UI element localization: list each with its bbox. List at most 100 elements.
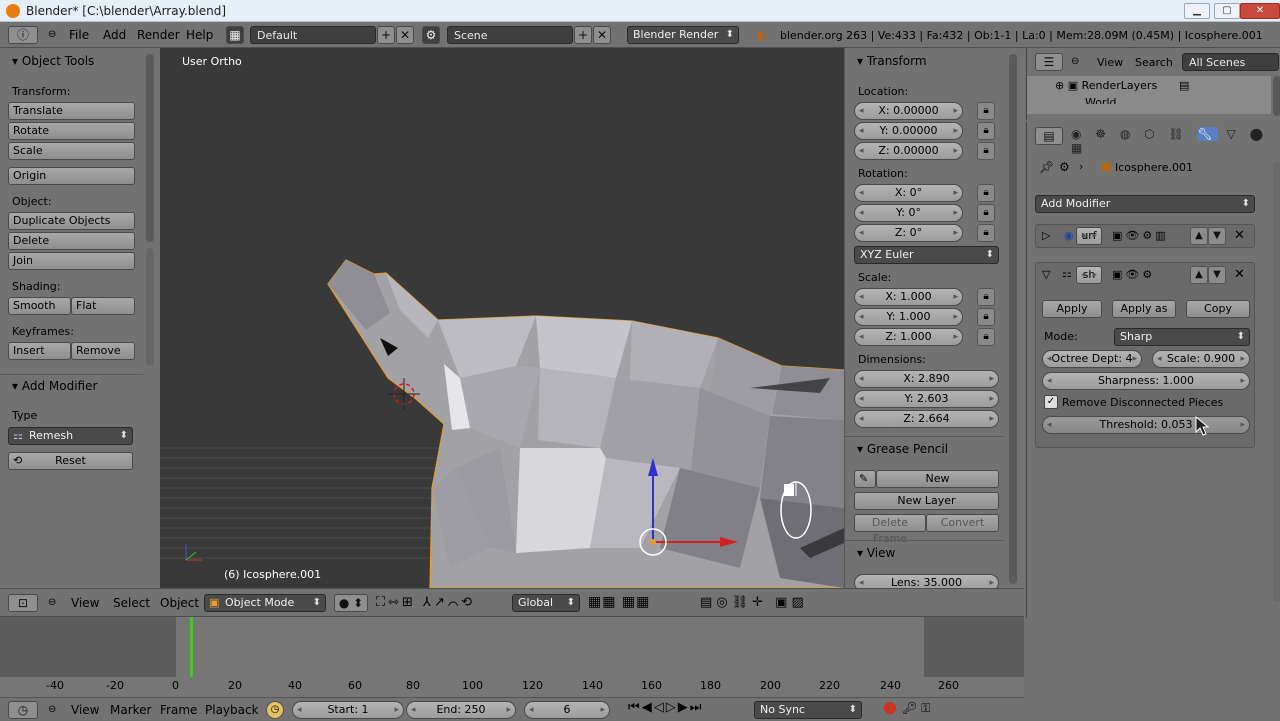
outliner-scene-filter[interactable]: All Scenes — [1182, 53, 1279, 71]
tool-shelf-scrollbar-lower[interactable] — [146, 248, 154, 366]
outliner-editor-icon[interactable]: ☰ — [1035, 53, 1063, 71]
lock-icon[interactable]: 🔒︎ — [977, 184, 995, 202]
new-grease-button[interactable]: New — [876, 470, 999, 488]
sync-dropdown[interactable]: No Sync — [754, 701, 862, 719]
collapse-arrow-icon[interactable]: ▽ — [1042, 268, 1050, 281]
outliner-search-menu[interactable]: Search — [1135, 56, 1173, 69]
convert-button[interactable]: Convert — [926, 514, 999, 532]
pin-icon[interactable]: 📌︎ — [1039, 160, 1054, 174]
copy-button[interactable]: Copy — [1186, 300, 1250, 318]
outliner-view-menu[interactable]: View — [1097, 56, 1123, 69]
rotation-z-field[interactable]: Z: 0° — [854, 224, 963, 242]
mode-dropdown[interactable]: Sharp — [1114, 328, 1250, 346]
remove-screen-icon[interactable]: ✕ — [396, 26, 414, 44]
modifier-wrench-icon[interactable]: 🔧︎ — [1197, 127, 1218, 141]
move-down-icon[interactable]: ▼ — [1208, 227, 1226, 245]
lock-icon[interactable]: 🔒︎ — [977, 308, 995, 326]
apply-as-shape-button[interactable]: Apply as Sha — [1112, 300, 1176, 318]
menu-help[interactable]: Help — [186, 28, 213, 42]
lock-icon[interactable]: 🔒︎ — [977, 224, 995, 242]
origin-button[interactable]: Origin — [8, 167, 135, 185]
flat-button[interactable]: Flat — [71, 297, 135, 315]
current-frame-field[interactable]: 6 — [524, 701, 610, 719]
insert-keyframe-button[interactable]: Insert — [8, 342, 71, 360]
playback-controls-icons[interactable]: ⏮◀◁▷▶⏭ — [628, 700, 703, 715]
context-tabs[interactable]: ◉ ☸ ◍ ⬡ ⛓ 🔧︎ ▽ ⬤ ▦ — [1071, 127, 1280, 155]
add-scene-icon[interactable]: + — [574, 26, 592, 44]
location-y-field[interactable]: Y: 0.00000 — [854, 122, 963, 140]
timeline-view-menu[interactable]: View — [71, 703, 99, 717]
remove-scene-icon[interactable]: ✕ — [593, 26, 611, 44]
editor-type-icon[interactable]: ⓘ — [8, 26, 38, 44]
collapse-menu-icon[interactable]: ⊖ — [48, 704, 56, 715]
lock-icon[interactable]: 🔒︎ — [977, 122, 995, 140]
transform-panel-header[interactable]: ▾ Transform — [857, 54, 927, 68]
lock-icon[interactable]: 🔒︎ — [977, 102, 995, 120]
remove-disconnected-checkbox[interactable]: ✓ — [1044, 395, 1058, 409]
move-up-icon[interactable]: ▲ — [1190, 266, 1208, 284]
delete-button[interactable]: Delete — [8, 232, 135, 250]
outliner-scrollbar[interactable] — [1273, 76, 1280, 116]
lock-icon[interactable]: 🔒︎ — [977, 142, 995, 160]
reset-button[interactable]: Reset — [8, 452, 133, 470]
location-z-field[interactable]: Z: 0.00000 — [854, 142, 963, 160]
n-panel-scrollbar[interactable] — [1009, 54, 1017, 584]
object-tools-header[interactable]: ▾ Object Tools — [12, 54, 94, 68]
scale-z-field[interactable]: Z: 1.000 — [854, 328, 963, 346]
properties-editor-icon[interactable]: ▤ — [1035, 127, 1063, 145]
record-icon[interactable] — [884, 702, 896, 714]
move-up-icon[interactable]: ▲ — [1190, 227, 1208, 245]
dimension-y-field[interactable]: Y: 2.603 — [854, 390, 999, 408]
collapse-menu-icon[interactable]: ⊖ — [48, 29, 56, 40]
location-x-field[interactable]: X: 0.00000 — [854, 102, 963, 120]
menu-add[interactable]: Add — [103, 28, 126, 42]
lock-icon[interactable]: 🔒︎ — [977, 328, 995, 346]
collapse-menu-icon[interactable]: ⊖ — [1071, 56, 1079, 67]
3d-view-editor-icon[interactable]: ⊡ — [8, 594, 38, 612]
menu-view[interactable]: View — [71, 596, 99, 610]
tool-shelf-scrollbar[interactable] — [146, 54, 154, 242]
remove-modifier-icon[interactable]: ✕ — [1234, 267, 1245, 282]
dimension-x-field[interactable]: X: 2.890 — [854, 370, 999, 388]
close-button[interactable]: ✕ — [1240, 3, 1280, 19]
keying-icons[interactable]: 🔑︎⚿ — [902, 701, 934, 716]
scene-field[interactable]: Scene — [447, 26, 573, 44]
new-layer-button[interactable]: New Layer — [854, 492, 999, 510]
apply-button[interactable]: Apply — [1042, 300, 1102, 318]
start-frame-field[interactable]: Start: 1 — [292, 701, 404, 719]
screen-layout-icon[interactable]: ▦ — [226, 26, 244, 44]
pivot-manipulator-icons[interactable]: ⛶⇿⊞ ⅄↗⌒⟲ — [376, 595, 475, 610]
viewport-shading-icon[interactable]: ● ⬍ — [334, 594, 368, 612]
snap-render-icons[interactable]: ▤◎⛓✛ ▣▨ — [700, 595, 808, 610]
timeline-marker-menu[interactable]: Marker — [110, 703, 151, 717]
scale-y-field[interactable]: Y: 1.000 — [854, 308, 963, 326]
smooth-button[interactable]: Smooth — [8, 297, 71, 315]
3d-viewport[interactable]: User Ortho (6) Icosphere.001 — [160, 48, 844, 588]
lock-icon[interactable]: 🔒︎ — [977, 288, 995, 306]
scene-icon[interactable]: ⚙ — [422, 26, 440, 44]
timeline-editor-icon[interactable]: ◷ — [8, 701, 38, 719]
render-engine-dropdown[interactable]: Blender Render — [627, 26, 739, 44]
modifier-type-dropdown[interactable]: Remesh — [8, 427, 133, 445]
end-frame-field[interactable]: End: 250 — [406, 701, 516, 719]
octree-depth-field[interactable]: Octree Dept: 4 — [1042, 350, 1142, 368]
visibility-icons[interactable]: ▣👁︎⚙▥ — [1112, 229, 1169, 242]
dimension-z-field[interactable]: Z: 2.664 — [854, 410, 999, 428]
rotation-y-field[interactable]: Y: 0° — [854, 204, 963, 222]
timeline-playback-menu[interactable]: Playback — [205, 703, 259, 717]
modifier-name-field[interactable]: urf — [1076, 227, 1102, 245]
menu-select[interactable]: Select — [113, 596, 150, 610]
maximize-button[interactable]: ▢ — [1214, 3, 1240, 19]
layer-buttons-icon[interactable]: ▦▦ ▦▦ — [588, 594, 650, 610]
threshold-field[interactable]: Threshold: 0.053 — [1042, 416, 1250, 434]
translate-button[interactable]: Translate — [8, 102, 135, 120]
lock-icon[interactable]: 🔒︎ — [977, 204, 995, 222]
orientation-dropdown[interactable]: Global — [512, 594, 580, 612]
pencil-icon[interactable]: ✎ — [854, 470, 876, 488]
menu-object[interactable]: Object — [160, 596, 199, 610]
world-item[interactable]: World — [1085, 96, 1117, 104]
timeline-ruler[interactable]: -40 -20 0 20 40 60 80 100 120 140 160 18… — [8, 679, 1018, 692]
renderlayers-item[interactable]: ⊕ ▣ RenderLayers — [1055, 79, 1157, 92]
timeline-frame-menu[interactable]: Frame — [160, 703, 197, 717]
collapse-menu-icon[interactable]: ⊖ — [48, 597, 56, 608]
